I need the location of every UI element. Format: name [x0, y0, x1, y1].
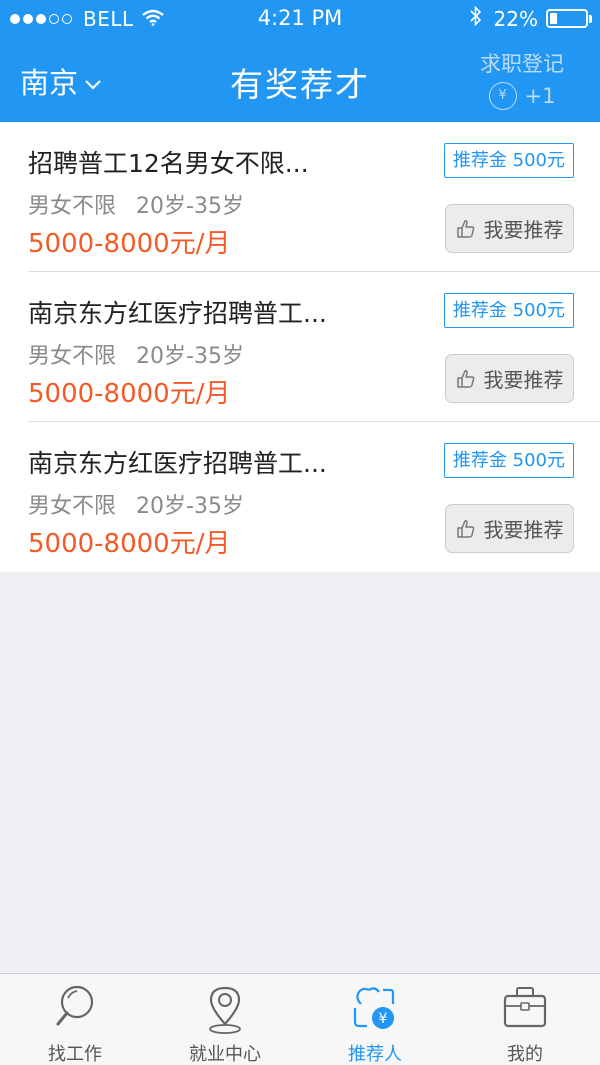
job-registration-button[interactable]: 求职登记 ¥ +1: [472, 48, 572, 110]
tab-label: 推荐人: [348, 1044, 402, 1065]
bluetooth-icon: [469, 5, 482, 31]
status-bar: BELL 4:21 PM 22%: [0, 0, 600, 38]
job-age: 20岁-35岁: [136, 344, 244, 369]
location-pin-icon: [203, 984, 247, 1040]
tab-referrer[interactable]: ¥ 推荐人: [300, 974, 450, 1065]
referrer-icon: ¥: [351, 984, 399, 1038]
refer-button-label: 我要推荐: [483, 518, 564, 542]
job-requirements: 男女不限 20岁-35岁: [28, 488, 244, 520]
job-list-item[interactable]: 南京东方红医疗招聘普工... 男女不限 20岁-35岁 5000-8000元/月 …: [28, 272, 600, 422]
job-age: 20岁-35岁: [136, 494, 244, 519]
tab-find-job[interactable]: 找工作: [0, 974, 150, 1065]
refer-button[interactable]: 我要推荐: [445, 354, 574, 403]
thumbs-up-icon: [456, 369, 474, 388]
job-list-item[interactable]: 招聘普工12名男女不限... 男女不限 20岁-35岁 5000-8000元/月 …: [28, 122, 600, 272]
job-gender: 男女不限: [28, 194, 117, 219]
job-requirements: 男女不限 20岁-35岁: [28, 338, 244, 370]
job-gender: 男女不限: [28, 344, 117, 369]
tab-profile[interactable]: 我的: [450, 974, 600, 1065]
job-title: 南京东方红医疗招聘普工...: [28, 449, 327, 478]
job-gender: 男女不限: [28, 494, 117, 519]
job-salary: 5000-8000元/月: [28, 379, 231, 409]
registration-label: 求职登记: [480, 52, 564, 76]
thumbs-up-icon: [456, 219, 474, 238]
refer-button[interactable]: 我要推荐: [445, 204, 574, 253]
coin-bonus: +1: [524, 84, 556, 108]
job-title: 南京东方红医疗招聘普工...: [28, 299, 327, 328]
job-list-item[interactable]: 南京东方红医疗招聘普工... 男女不限 20岁-35岁 5000-8000元/月 …: [28, 422, 600, 572]
tab-label: 就业中心: [189, 1044, 261, 1065]
tab-label: 我的: [507, 1044, 543, 1065]
job-salary: 5000-8000元/月: [28, 529, 231, 559]
tab-employment-center[interactable]: 就业中心: [150, 974, 300, 1065]
thumbs-up-icon: [456, 519, 474, 538]
coin-icon: ¥: [488, 82, 517, 110]
referral-bonus-badge: 推荐金 500元: [443, 443, 574, 478]
refer-button[interactable]: 我要推荐: [445, 504, 574, 553]
job-list: 招聘普工12名男女不限... 男女不限 20岁-35岁 5000-8000元/月 …: [0, 122, 600, 572]
app-header: BELL 4:21 PM 22% 南京 有奖荐才 求职登记 ¥ +1: [0, 0, 600, 122]
refer-button-label: 我要推荐: [483, 218, 564, 242]
search-icon: [53, 984, 97, 1036]
job-age: 20岁-35岁: [136, 194, 244, 219]
job-requirements: 男女不限 20岁-35岁: [28, 188, 244, 220]
referral-bonus-badge: 推荐金 500元: [443, 293, 574, 328]
battery-icon: [546, 9, 592, 28]
svg-text:¥: ¥: [379, 1011, 388, 1027]
job-title: 招聘普工12名男女不限...: [28, 149, 309, 178]
bottom-tab-bar: 找工作 就业中心 ¥ 推荐人 我的: [0, 973, 600, 1065]
battery-percent: 22%: [493, 6, 538, 31]
job-salary: 5000-8000元/月: [28, 229, 231, 259]
refer-button-label: 我要推荐: [483, 368, 564, 392]
referral-bonus-badge: 推荐金 500元: [443, 143, 574, 178]
briefcase-icon: [501, 984, 549, 1036]
tab-label: 找工作: [48, 1044, 102, 1065]
